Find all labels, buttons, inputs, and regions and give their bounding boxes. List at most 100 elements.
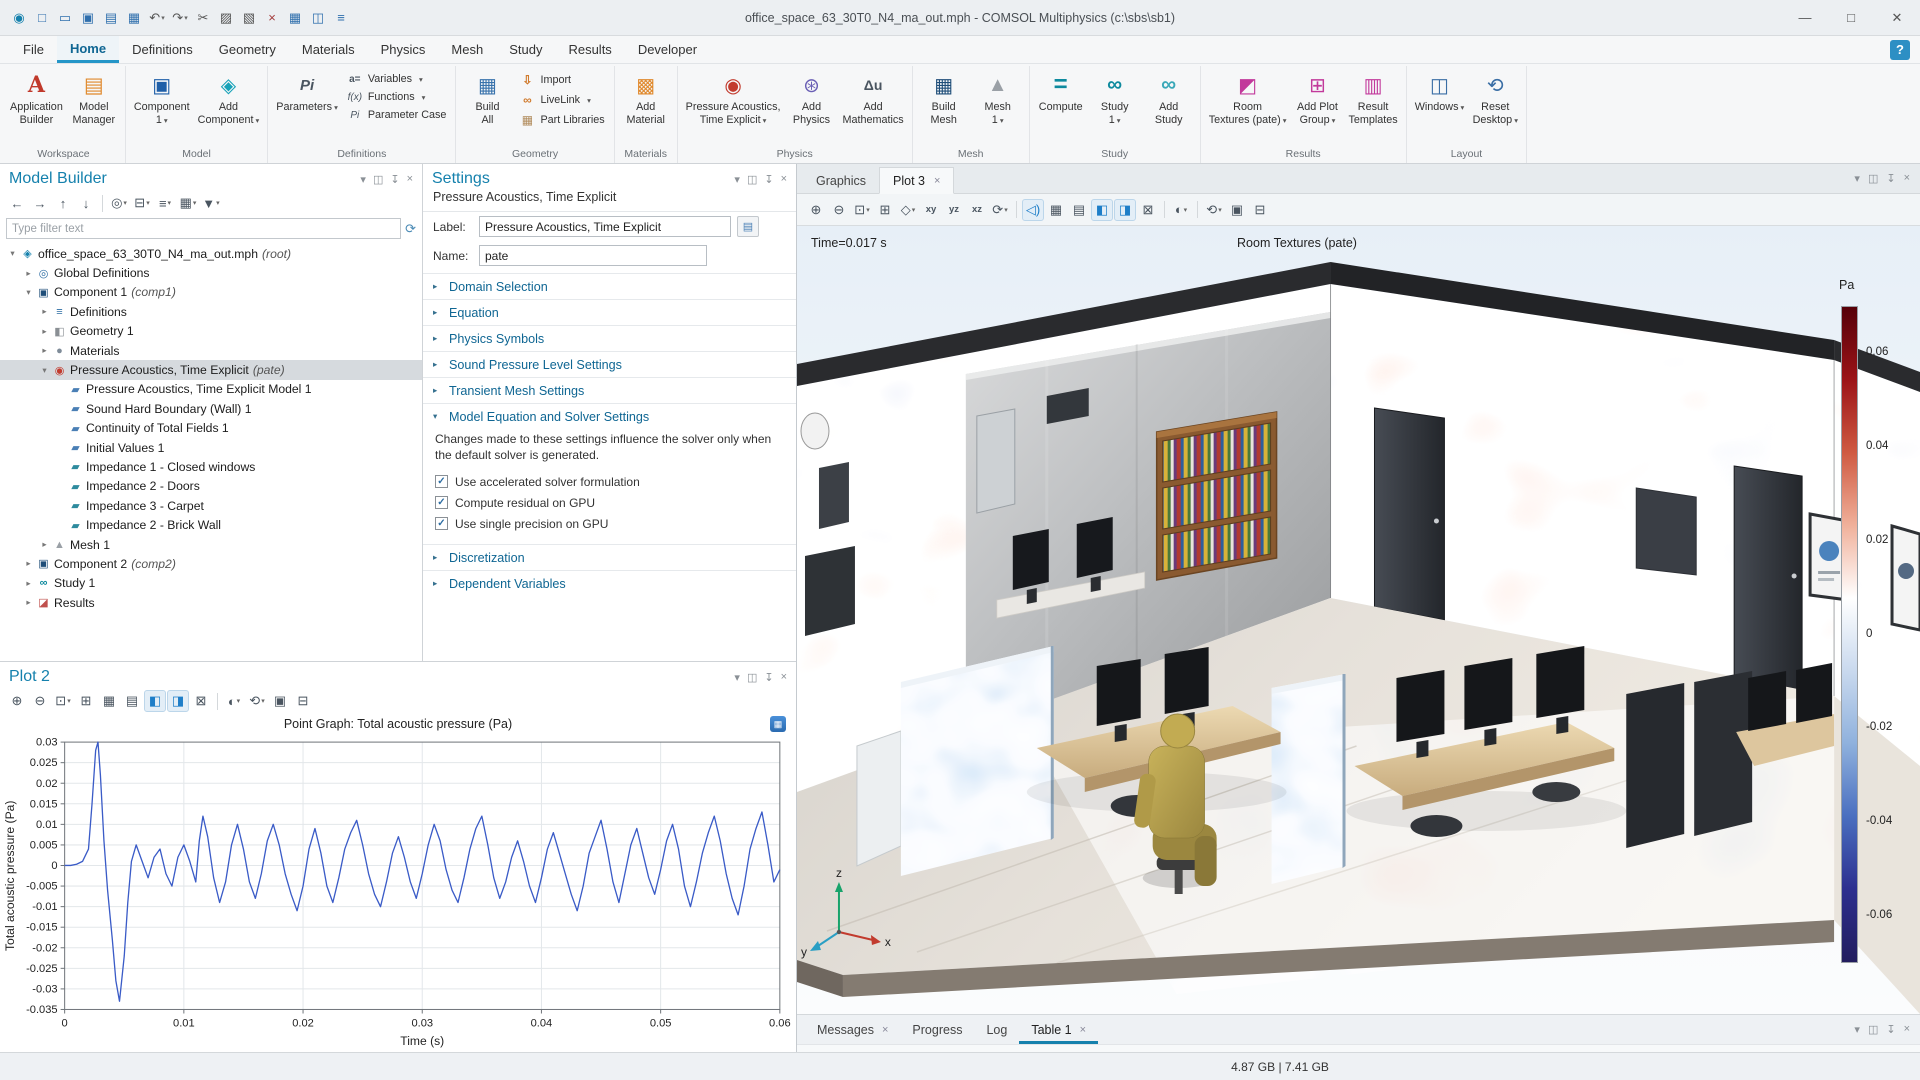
tree-expander-icon[interactable]: ▾ [22, 287, 35, 298]
checkbox-box[interactable]: ✓ [435, 517, 448, 531]
menu-item-file[interactable]: File [10, 36, 57, 63]
tree-expander-icon[interactable]: ▸ [22, 578, 35, 589]
pin-panel-icon[interactable]: ↧ [764, 173, 773, 186]
tree-item-office-space-63-30t0-n4-ma-out-mph[interactable]: ▾ ◈ office_space_63_30T0_N4_ma_out.mph (roo… [0, 244, 422, 263]
point-graph-chart[interactable]: 0 0.01 0.02 0.03 0.04 0.05 0.06 0.03 0.025 0.02 0.… [0, 734, 796, 1052]
tree-expander-icon[interactable]: ▾ [38, 365, 51, 376]
ribbon-button-add-study[interactable]: ∞ Add Study [1143, 67, 1195, 128]
tree-item-impedance-3-carpet[interactable]: ▰ Impedance 3 - Carpet [0, 496, 422, 515]
ribbon-button-parameter-case[interactable]: Pi Parameter Case [343, 108, 451, 122]
move-up-button[interactable]: ↑ [52, 192, 74, 214]
tree-item-sound-hard-boundary-wall-1[interactable]: ▰ Sound Hard Boundary (Wall) 1 [0, 399, 422, 418]
tree-expander-icon[interactable]: ▸ [38, 539, 51, 550]
ribbon-button-room-textures-pate[interactable]: ◩ Room Textures (pate) ▾ [1206, 67, 1290, 128]
ribbon-button-study-1[interactable]: ∞ Study 1 ▾ [1089, 67, 1141, 128]
ribbon-button-part-libraries[interactable]: ▦ Part Libraries [515, 112, 608, 128]
tree-item-mesh-1[interactable]: ▸ ▲ Mesh 1 [0, 535, 422, 554]
tree-item-continuity-of-total-fields-1[interactable]: ▰ Continuity of Total Fields 1 [0, 419, 422, 438]
table-window-button[interactable]: ▦ [284, 6, 306, 30]
tree-item-component-2[interactable]: ▸ ▣ Component 2 (comp2) [0, 554, 422, 573]
split-left-button[interactable]: ◧ [144, 690, 166, 712]
lock-view-button[interactable]: ⊠ [1137, 199, 1159, 221]
pin-panel-icon[interactable]: ↧ [764, 671, 773, 684]
ribbon-button-add-component[interactable]: ◈ Add Component ▾ [195, 67, 263, 128]
tree-item-global-definitions[interactable]: ▸ ◎ Global Definitions [0, 263, 422, 282]
section-header-dependent-variables[interactable]: ▸ Dependent Variables [423, 571, 796, 596]
tree-item-materials[interactable]: ▸ ● Materials [0, 341, 422, 360]
tree-expander-icon[interactable]: ▾ [6, 248, 19, 259]
graphics-canvas[interactable]: z y x Time=0.017 s Room Textures (pate) … [797, 226, 1920, 1014]
print-plot-button[interactable]: ⊟ [1249, 199, 1271, 221]
zoom-in-button[interactable]: ⊕ [6, 690, 28, 712]
tree-item-impedance-2-brick-wall[interactable]: ▰ Impedance 2 - Brick Wall [0, 515, 422, 534]
ribbon-button-pressure-acoustics-time-explicit[interactable]: ◉ Pressure Acoustics, Time Explicit ▾ [683, 67, 784, 128]
filter-tree-button[interactable]: ▼ ▾ [200, 192, 222, 214]
ribbon-button-reset-desktop[interactable]: ⟲ Reset Desktop ▾ [1469, 67, 1521, 128]
back-button[interactable]: ← [6, 192, 28, 214]
zoom-extents-button[interactable]: ⊡ ▾ [851, 199, 873, 221]
tab-progress[interactable]: Progress [900, 1017, 974, 1044]
collapse-all-button[interactable]: ⊟ ▾ [131, 192, 153, 214]
section-header-equation[interactable]: ▸ Equation [423, 300, 796, 325]
go-to-default-view-button[interactable]: ◇ ▾ [897, 199, 919, 221]
undo-button[interactable]: ↶ ▾ [146, 6, 168, 30]
panel-menu-icon[interactable]: ▾ [360, 173, 366, 186]
float-panel-icon[interactable]: ◫ [373, 173, 383, 186]
tab-close-icon[interactable]: × [1080, 1024, 1086, 1036]
panel-menu-icon[interactable]: ▾ [734, 671, 740, 684]
plot-info-button[interactable]: ▦ [770, 716, 786, 732]
environment-reflection-button[interactable]: ◧ [1091, 198, 1113, 221]
help-button[interactable]: ? [1890, 39, 1910, 60]
menu-item-results[interactable]: Results [555, 36, 624, 63]
zoom-extents-button[interactable]: ⊡ ▾ [52, 690, 74, 712]
tab-table-1[interactable]: Table 1 × [1019, 1017, 1099, 1044]
section-header-sound-pressure-level-settings[interactable]: ▸ Sound Pressure Level Settings [423, 352, 796, 377]
zoom-out-button[interactable]: ⊖ [828, 199, 850, 221]
pin-panel-icon[interactable]: ↧ [1886, 1023, 1895, 1036]
color-theme-button[interactable]: ◐ ▾ [1170, 199, 1192, 221]
ribbon-button-variables[interactable]: a= Variables ▾ [343, 72, 451, 86]
tab-messages[interactable]: Messages × [805, 1017, 900, 1044]
tab-log[interactable]: Log [974, 1017, 1019, 1044]
float-panel-icon[interactable]: ◫ [1868, 172, 1878, 185]
open-model-button[interactable]: ▭ [54, 6, 76, 30]
ribbon-button-compute[interactable]: = Compute [1035, 67, 1087, 116]
refresh-filter-icon[interactable]: ⟳ [405, 221, 416, 237]
maximize-button[interactable]: □ [1828, 0, 1874, 35]
checkbox-use-accelerated-solver-formulation[interactable]: ✓ Use accelerated solver formulation [435, 471, 784, 492]
update-plot-button[interactable]: ⟲ ▾ [1203, 199, 1225, 221]
menu-item-mesh[interactable]: Mesh [438, 36, 496, 63]
checkbox-box[interactable]: ✓ [435, 475, 448, 489]
show-grid-button[interactable]: ▦ [1045, 199, 1067, 221]
model-tree-button[interactable]: ≡ [330, 6, 352, 30]
float-window-button[interactable]: ◫ [307, 6, 329, 30]
tree-item-geometry-1[interactable]: ▸ ◧ Geometry 1 [0, 322, 422, 341]
tree-expander-icon[interactable]: ▸ [22, 558, 35, 569]
section-header-model-equation-and-solver-settings[interactable]: ▾ Model Equation and Solver Settings [423, 404, 796, 429]
paste-button[interactable]: ▧ [238, 6, 260, 30]
float-panel-icon[interactable]: ◫ [747, 173, 757, 186]
ribbon-button-mesh-1[interactable]: ▲ Mesh 1 ▾ [972, 67, 1024, 128]
panel-menu-icon[interactable]: ▾ [734, 173, 740, 186]
tree-expander-icon[interactable]: ▸ [22, 597, 35, 608]
node-text-button[interactable]: ≡ ▾ [154, 192, 176, 214]
image-snapshot-button[interactable]: ▣ [1226, 199, 1248, 221]
tree-item-study-1[interactable]: ▸ ∞ Study 1 [0, 574, 422, 593]
tree-item-pressure-acoustics-time-explicit[interactable]: ▾ ◉ Pressure Acoustics, Time Explicit (pate… [0, 360, 422, 380]
float-panel-icon[interactable]: ◫ [747, 671, 757, 684]
view-yz-button[interactable]: yz [943, 199, 965, 221]
zoom-in-button[interactable]: ⊕ [805, 199, 827, 221]
menu-item-definitions[interactable]: Definitions [119, 36, 206, 63]
close-panel-icon[interactable]: × [781, 671, 787, 684]
compact-history-button[interactable]: ▦ [123, 6, 145, 30]
tree-expander-icon[interactable]: ▸ [38, 326, 51, 337]
ribbon-button-functions[interactable]: f(x) Functions ▾ [343, 90, 451, 104]
show-legends-button[interactable]: ▤ [1068, 199, 1090, 221]
menu-item-geometry[interactable]: Geometry [206, 36, 289, 63]
section-header-physics-symbols[interactable]: ▸ Physics Symbols [423, 326, 796, 351]
panel-menu-icon[interactable]: ▾ [1854, 1023, 1860, 1036]
print-button[interactable]: ⊟ [292, 690, 314, 712]
tree-item-definitions[interactable]: ▸ ≡ Definitions [0, 302, 422, 321]
ribbon-button-build-all[interactable]: ▦ Build All [461, 67, 513, 128]
tab-plot-3[interactable]: Plot 3 × [879, 167, 955, 194]
